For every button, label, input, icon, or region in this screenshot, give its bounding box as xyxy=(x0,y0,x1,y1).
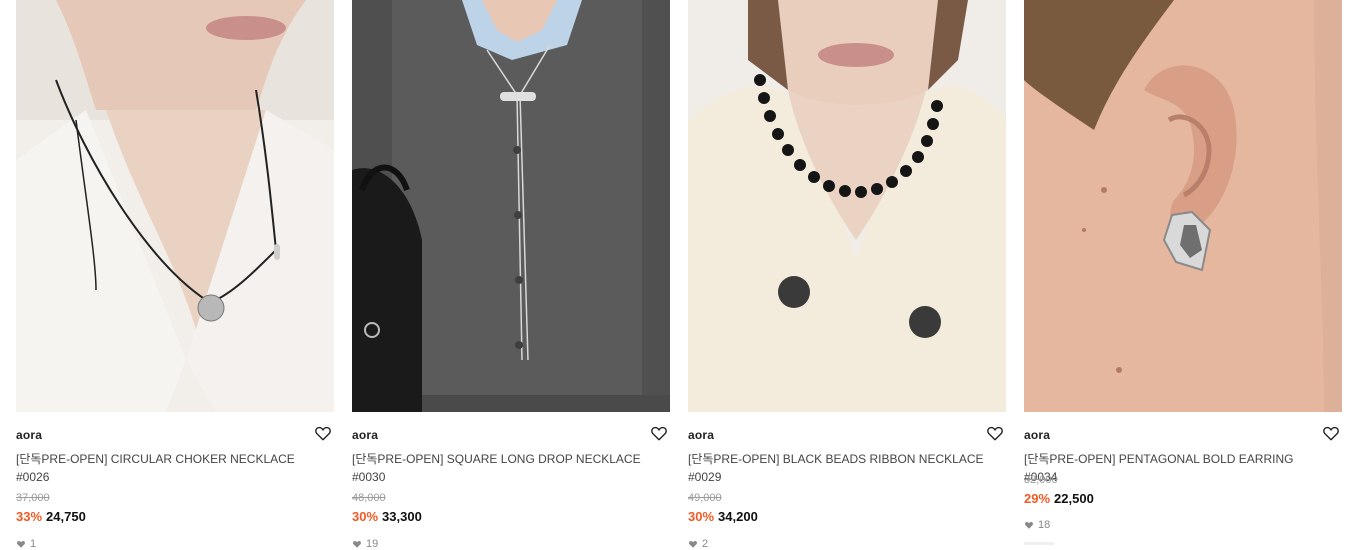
discount-rate: 30% xyxy=(352,509,379,524)
price-row: 33% 24,750 xyxy=(16,509,86,524)
product-name[interactable]: [단독PRE-OPEN] PENTAGONAL BOLD EARRING #00… xyxy=(1024,450,1324,486)
product-image[interactable] xyxy=(688,0,1006,412)
heart-icon[interactable] xyxy=(650,424,668,442)
product-name[interactable]: [단독PRE-OPEN] CIRCULAR CHOKER NECKLACE #0… xyxy=(16,450,316,486)
sale-price: 24,750 xyxy=(46,509,86,524)
heart-filled-icon xyxy=(17,541,25,548)
price-row: 29% 22,500 xyxy=(1024,491,1094,506)
brand-name[interactable]: aora xyxy=(352,428,378,442)
like-count: 2 xyxy=(688,538,708,550)
price-row: 30% 34,200 xyxy=(688,509,758,524)
product-card[interactable]: aora [단독PRE-OPEN] CIRCULAR CHOKER NECKLA… xyxy=(16,0,334,550)
heart-filled-icon xyxy=(689,541,697,548)
like-count-value: 2 xyxy=(702,538,709,550)
brand-name[interactable]: aora xyxy=(1024,428,1050,442)
like-count: 18 xyxy=(1024,519,1050,531)
product-name[interactable]: [단독PRE-OPEN] SQUARE LONG DROP NECKLACE #… xyxy=(352,450,652,486)
like-count: 1 xyxy=(16,538,36,550)
product-name[interactable]: [단독PRE-OPEN] BLACK BEADS RIBBON NECKLACE… xyxy=(688,450,988,486)
necklace-photo-icon xyxy=(688,0,1006,412)
heart-filled-icon xyxy=(1025,522,1033,529)
original-price: 48,000 xyxy=(352,492,386,504)
product-grid: aora [단독PRE-OPEN] CIRCULAR CHOKER NECKLA… xyxy=(16,0,1342,550)
discount-rate: 30% xyxy=(688,509,715,524)
price-row: 30% 33,300 xyxy=(352,509,422,524)
necklace-photo-icon xyxy=(352,0,670,412)
product-card[interactable]: aora [단독PRE-OPEN] BLACK BEADS RIBBON NEC… xyxy=(688,0,1006,550)
heart-icon[interactable] xyxy=(986,424,1004,442)
product-image[interactable] xyxy=(16,0,334,412)
like-count-value: 1 xyxy=(30,538,37,550)
discount-rate: 29% xyxy=(1024,491,1051,506)
product-image[interactable] xyxy=(1024,0,1342,412)
brand-name[interactable]: aora xyxy=(688,428,714,442)
sale-price: 34,200 xyxy=(718,509,758,524)
original-price: 49,000 xyxy=(688,492,722,504)
like-count: 19 xyxy=(352,538,378,550)
original-price: 37,000 xyxy=(16,492,50,504)
product-card[interactable]: aora [단독PRE-OPEN] PENTAGONAL BOLD EARRIN… xyxy=(1024,0,1342,546)
necklace-photo-icon xyxy=(16,0,334,412)
original-price: 32,000 xyxy=(1024,474,1058,486)
discount-rate: 33% xyxy=(16,509,43,524)
divider xyxy=(1024,542,1054,545)
sale-price: 33,300 xyxy=(382,509,422,524)
heart-icon[interactable] xyxy=(1322,424,1340,442)
sale-price: 22,500 xyxy=(1054,491,1094,506)
heart-filled-icon xyxy=(353,541,361,548)
like-count-value: 18 xyxy=(1038,519,1051,531)
like-count-value: 19 xyxy=(366,538,379,550)
brand-name[interactable]: aora xyxy=(16,428,42,442)
heart-icon[interactable] xyxy=(314,424,332,442)
earring-photo-icon xyxy=(1024,0,1342,412)
product-card[interactable]: aora [단독PRE-OPEN] SQUARE LONG DROP NECKL… xyxy=(352,0,670,550)
product-image[interactable] xyxy=(352,0,670,412)
